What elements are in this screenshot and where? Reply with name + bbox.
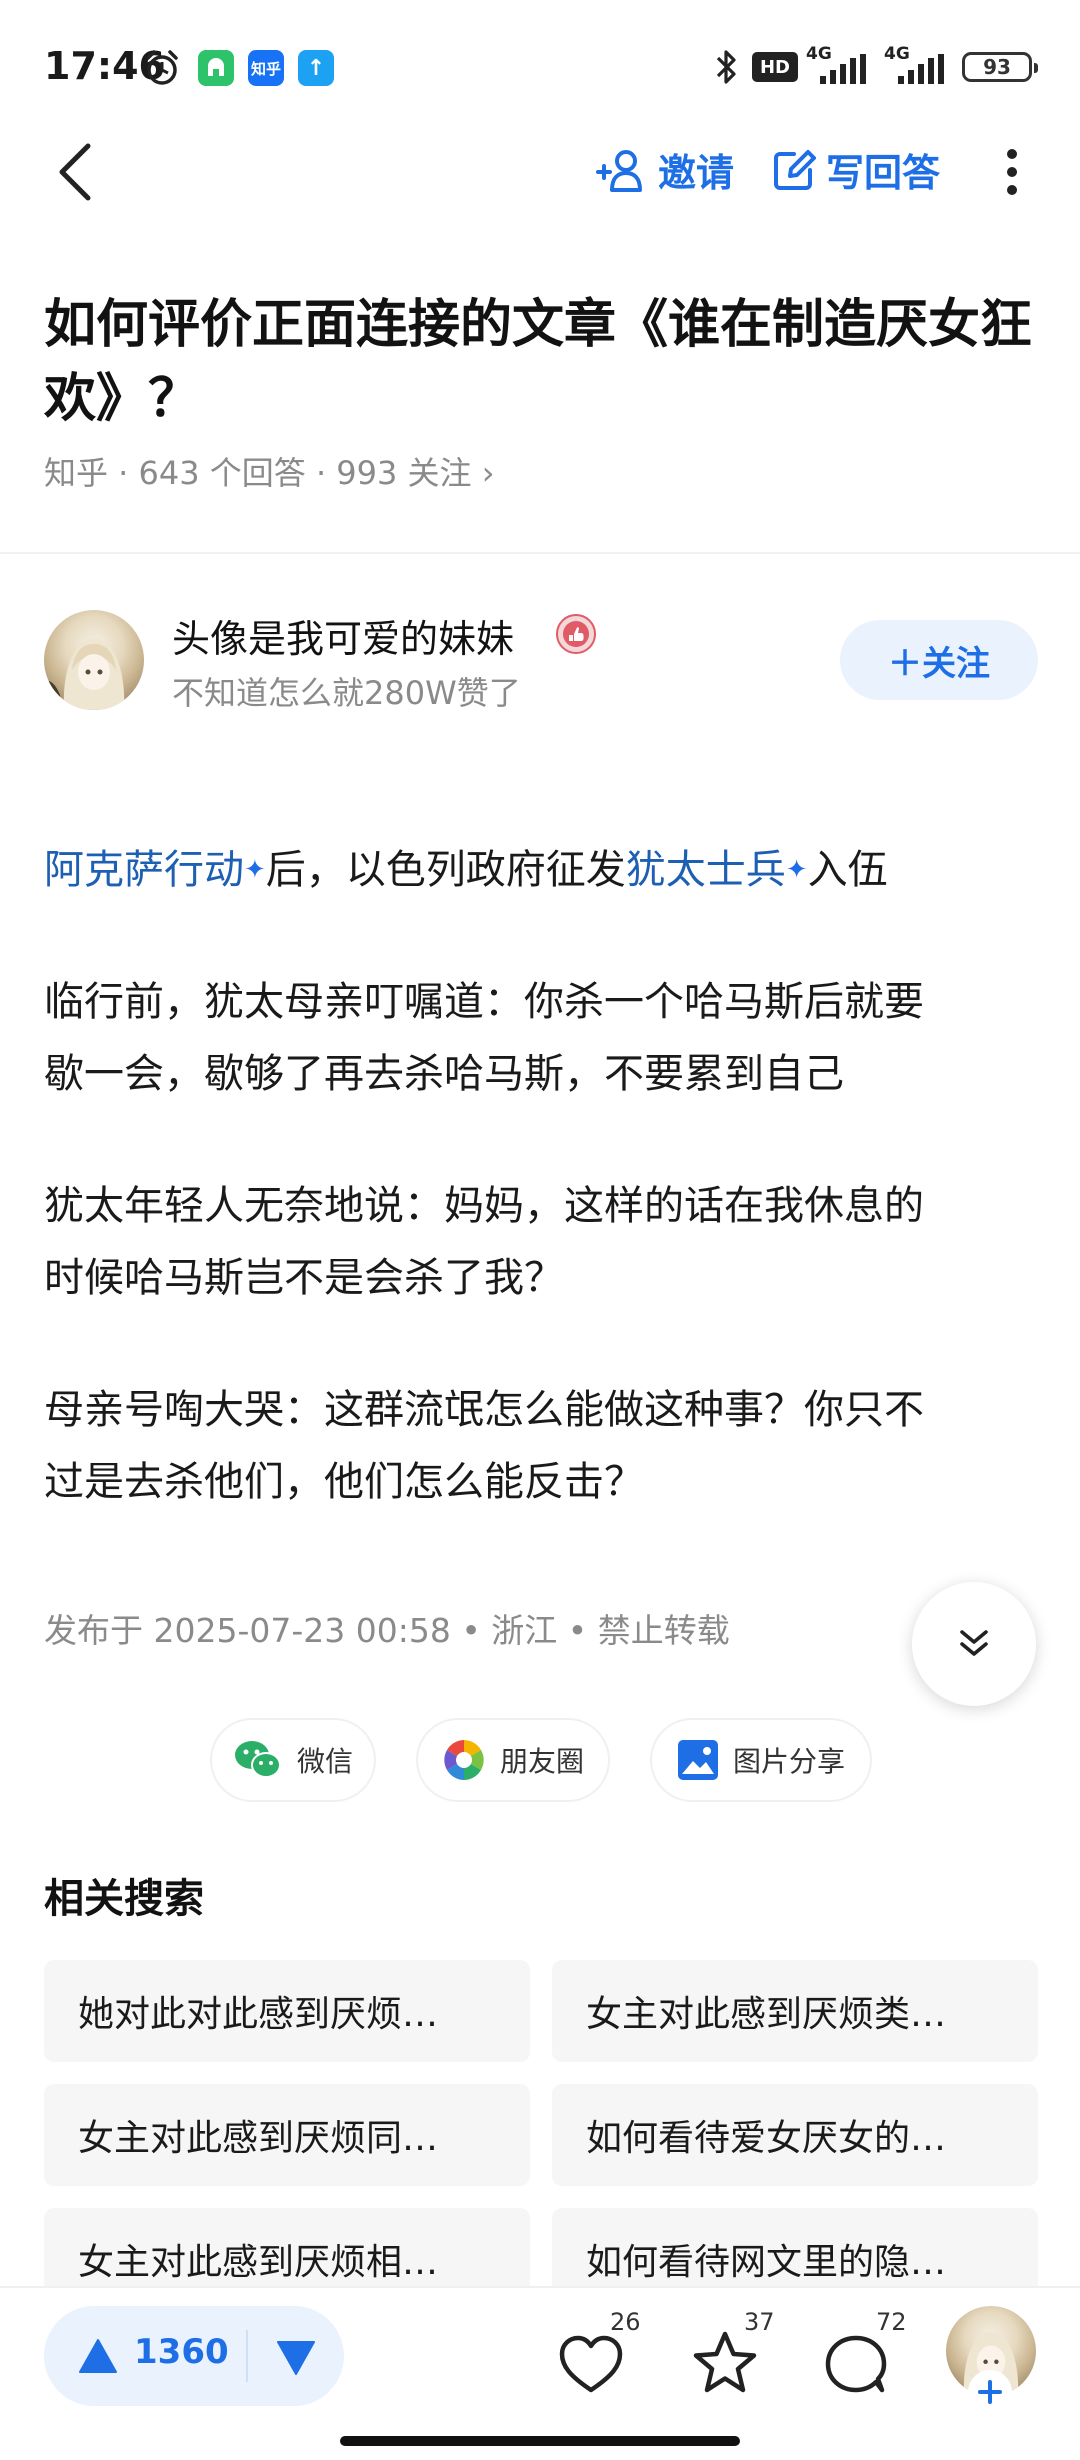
answer-paragraph-1: 阿克萨行动✦后，以色列政府征发犹太士兵✦入伍 bbox=[44, 847, 888, 893]
answer-paragraph-2: 临行前，犹太母亲叮嘱道：你杀一个哈马斯后就要 歇一会，歇够了再去杀哈马斯，不要累… bbox=[44, 979, 924, 1097]
divider bbox=[0, 552, 1080, 554]
write-answer-label: 写回答 bbox=[826, 151, 941, 195]
related-search-item[interactable]: 如何看待爱女厌女的… bbox=[552, 2084, 1038, 2186]
like-count: 26 bbox=[610, 2308, 641, 2336]
double-chevron-down-icon bbox=[960, 1630, 988, 1656]
plus-icon bbox=[978, 2380, 1002, 2404]
back-arrow-icon[interactable] bbox=[52, 140, 100, 204]
share-image-button[interactable]: 图片分享 bbox=[650, 1718, 872, 1802]
author-avatar[interactable] bbox=[44, 610, 144, 710]
comment-count: 72 bbox=[876, 2308, 907, 2336]
follow-button[interactable]: ＋关注 bbox=[840, 620, 1038, 700]
invite-person-icon bbox=[596, 149, 642, 192]
home-indicator[interactable] bbox=[340, 2436, 740, 2446]
collapse-button[interactable] bbox=[912, 1582, 1036, 1706]
green-app-icon bbox=[198, 50, 234, 86]
author-name[interactable]: 头像是我可爱的妹妹 bbox=[172, 608, 514, 663]
link-aqsa-operation[interactable]: 阿克萨行动 bbox=[44, 847, 244, 893]
question-title[interactable]: 如何评价正面连接的文章《谁在制造厌女狂欢》？ bbox=[44, 288, 1044, 436]
image-share-icon bbox=[677, 1740, 718, 1780]
signal-1-icon bbox=[820, 54, 866, 84]
favorite-star-icon[interactable] bbox=[690, 2330, 760, 2396]
invite-button[interactable]: 邀请 bbox=[596, 142, 734, 197]
link-jewish-soldier[interactable]: 犹太士兵 bbox=[626, 847, 786, 893]
alarm-icon bbox=[146, 50, 178, 85]
avatar-image bbox=[44, 638, 125, 710]
moments-icon bbox=[443, 1740, 484, 1780]
like-heart-icon[interactable] bbox=[556, 2332, 626, 2396]
related-search-title: 相关搜索 bbox=[44, 1876, 204, 1922]
answer-paragraph-4: 母亲号啕大哭：这群流氓怎么能做这种事？你只不 过是去杀他们，他们怎么能反击？ bbox=[44, 1387, 924, 1505]
downvote-icon[interactable] bbox=[276, 2340, 316, 2376]
bluetooth-icon bbox=[716, 50, 736, 84]
share-wechat-button[interactable]: 微信 bbox=[210, 1718, 376, 1802]
invite-label: 邀请 bbox=[658, 151, 735, 195]
wechat-icon bbox=[234, 1741, 281, 1778]
sparkle-icon: ✦ bbox=[244, 855, 266, 885]
answer-paragraph-3: 犹太年轻人无奈地说：妈妈，这样的话在我休息的 时候哈马斯岂不是会杀了我？ bbox=[44, 1183, 924, 1301]
author-subtitle: 不知道怎么就280W赞了 bbox=[172, 674, 521, 712]
favorite-count: 37 bbox=[744, 2308, 775, 2336]
signal-2-icon bbox=[898, 54, 944, 84]
question-meta[interactable]: 知乎 · 643 个回答 · 993 关注 › bbox=[44, 448, 495, 494]
related-search-item[interactable]: 女主对此感到厌烦类… bbox=[552, 1960, 1038, 2062]
upvote-count[interactable]: 1360 bbox=[134, 2332, 229, 2372]
upvote-icon[interactable] bbox=[78, 2338, 118, 2374]
zhihu-app-icon: 知乎 bbox=[248, 50, 284, 86]
comment-icon[interactable] bbox=[822, 2332, 892, 2396]
publish-meta: 发布于 2025-07-23 00:58 • 浙江 • 禁止转载 bbox=[44, 1611, 730, 1650]
hd-badge: HD bbox=[752, 52, 798, 82]
share-moments-button[interactable]: 朋友圈 bbox=[416, 1718, 610, 1802]
upload-app-icon: ↑ bbox=[298, 50, 334, 86]
vote-divider bbox=[246, 2330, 248, 2382]
author-badge-icon bbox=[556, 614, 596, 654]
write-answer-button[interactable]: 写回答 bbox=[772, 142, 940, 197]
related-search-item[interactable]: 她对此对此感到厌烦… bbox=[44, 1960, 530, 2062]
battery-indicator: 93 bbox=[962, 52, 1038, 82]
related-search-item[interactable]: 女主对此感到厌烦同… bbox=[44, 2084, 530, 2186]
add-follow-badge[interactable] bbox=[968, 2370, 1012, 2414]
sparkle-icon: ✦ bbox=[785, 855, 808, 885]
edit-pencil-icon bbox=[774, 149, 816, 190]
more-vertical-icon[interactable] bbox=[1000, 146, 1024, 198]
